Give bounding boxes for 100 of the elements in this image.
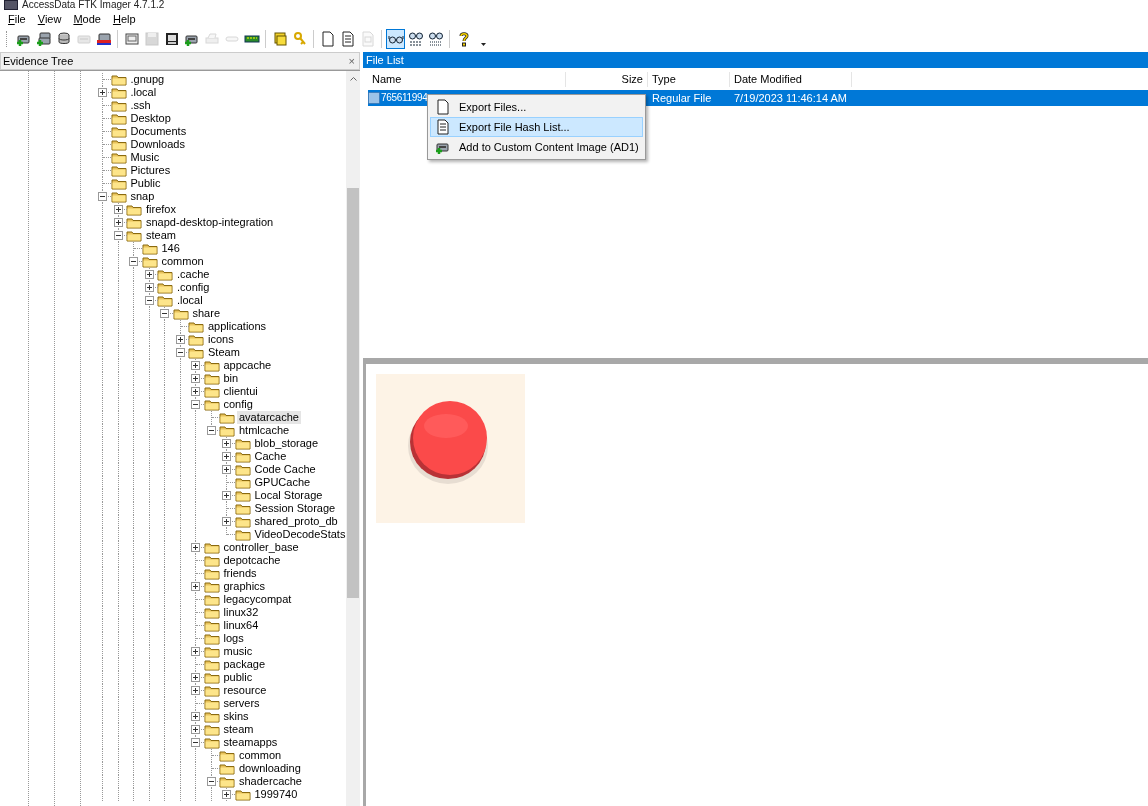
expand-toggle[interactable] — [222, 790, 231, 799]
collapse-toggle[interactable] — [206, 426, 216, 435]
tree-item[interactable]: .gnupg — [128, 73, 167, 86]
tree-item[interactable]: Code Cache — [252, 463, 318, 476]
tree-item[interactable]: clientui — [221, 385, 260, 398]
menu-item[interactable]: Mode — [67, 13, 107, 25]
tree-item[interactable]: public — [221, 671, 255, 684]
tree-item[interactable]: common — [237, 749, 284, 762]
tree-item[interactable]: steamapps — [221, 736, 280, 749]
expand-toggle[interactable] — [191, 725, 200, 734]
tree-item[interactable]: htmlcache — [237, 424, 292, 437]
tree-item[interactable]: Public — [128, 177, 163, 190]
scroll-up-icon[interactable] — [349, 75, 357, 81]
expand-toggle[interactable] — [191, 374, 200, 383]
menu-item[interactable]: Help — [106, 13, 142, 25]
tree-item[interactable]: music — [221, 645, 255, 658]
tree-item[interactable]: 1999740 — [252, 788, 300, 801]
expand-toggle[interactable] — [113, 205, 123, 214]
toolbar-button[interactable] — [426, 29, 445, 49]
tree-item[interactable]: Documents — [128, 125, 189, 138]
tree-item[interactable]: Local Storage — [252, 489, 325, 502]
collapse-toggle[interactable] — [98, 192, 107, 201]
expand-toggle[interactable] — [191, 387, 200, 396]
tree-item[interactable]: Cache — [252, 450, 289, 463]
expand-toggle[interactable] — [222, 439, 231, 448]
tree-item[interactable]: steam — [144, 229, 178, 242]
tree-item[interactable]: logs — [221, 632, 246, 645]
expand-toggle[interactable] — [191, 543, 200, 552]
menu-item[interactable]: Export File Hash List... — [430, 117, 643, 137]
tree-item[interactable]: VideoDecodeStats — [252, 528, 346, 541]
collapse-toggle[interactable] — [206, 777, 216, 786]
expand-toggle[interactable] — [144, 270, 154, 279]
tree-item[interactable]: linux32 — [221, 606, 261, 619]
tree-item[interactable]: 146 — [159, 242, 182, 255]
expand-toggle[interactable] — [191, 712, 200, 721]
tree-item[interactable]: steam — [221, 723, 256, 736]
tree-item[interactable]: snap — [128, 190, 157, 203]
tree-item[interactable]: blob_storage — [252, 437, 321, 450]
tree-item[interactable]: Desktop — [128, 112, 173, 125]
expand-toggle[interactable] — [191, 673, 200, 682]
collapse-toggle[interactable] — [129, 257, 138, 266]
tree-item[interactable]: .ssh — [128, 99, 153, 112]
collapse-toggle[interactable] — [175, 348, 185, 357]
tree-item[interactable]: skins — [221, 710, 251, 723]
tree-item[interactable]: Session Storage — [252, 502, 338, 515]
tree-item[interactable]: legacycompat — [221, 593, 294, 606]
expand-toggle[interactable] — [222, 517, 231, 526]
menu-item[interactable]: View — [31, 13, 68, 25]
toolbar-button[interactable] — [386, 29, 405, 49]
tree-item[interactable]: shared_proto_db — [252, 515, 340, 528]
tree-item[interactable]: avatarcache — [237, 411, 301, 424]
expand-toggle[interactable] — [191, 582, 200, 591]
expand-toggle[interactable] — [113, 218, 123, 227]
tree-item[interactable]: snapd-desktop-integration — [144, 216, 276, 229]
menu-item[interactable]: File — [2, 13, 32, 25]
tree-item[interactable]: applications — [206, 320, 269, 333]
tree-item[interactable]: controller_base — [221, 541, 301, 554]
tree-item[interactable]: .cache — [175, 268, 212, 281]
tree-item[interactable]: Pictures — [128, 164, 173, 177]
scrollbar[interactable] — [346, 71, 360, 806]
close-button[interactable]: × — [348, 55, 355, 67]
expand-toggle[interactable] — [144, 283, 154, 292]
expand-toggle[interactable] — [191, 647, 200, 656]
toolbar-button[interactable] — [406, 29, 425, 49]
scroll-thumb[interactable] — [347, 188, 359, 598]
tree-item[interactable]: firefox — [144, 203, 178, 216]
collapse-toggle[interactable] — [113, 231, 123, 240]
expand-toggle[interactable] — [98, 88, 107, 97]
tree-item[interactable]: .config — [175, 281, 212, 294]
expand-toggle[interactable] — [222, 465, 231, 474]
tree-item[interactable]: .local — [175, 294, 205, 307]
tree-item[interactable]: .local — [128, 86, 159, 99]
expand-toggle[interactable] — [222, 491, 231, 500]
tree-item[interactable]: depotcache — [221, 554, 283, 567]
tree-item[interactable]: package — [221, 658, 268, 671]
tree-item[interactable]: Music — [128, 151, 162, 164]
tree-item[interactable]: share — [190, 307, 223, 320]
tree-item[interactable]: GPUCache — [252, 476, 313, 489]
column-header[interactable]: Name — [368, 72, 566, 87]
tree-item[interactable]: friends — [221, 567, 259, 580]
tree-item[interactable]: linux64 — [221, 619, 261, 632]
tree-item[interactable]: bin — [221, 372, 241, 385]
expand-toggle[interactable] — [222, 452, 231, 461]
expand-toggle[interactable] — [191, 361, 200, 370]
collapse-toggle[interactable] — [191, 738, 200, 747]
collapse-toggle[interactable] — [191, 400, 200, 409]
tree-item[interactable]: graphics — [221, 580, 268, 593]
tree-item[interactable]: config — [221, 398, 255, 411]
tree-item[interactable]: shadercache — [237, 775, 304, 788]
tree-item[interactable]: Downloads — [128, 138, 187, 151]
column-header[interactable]: Type — [648, 72, 730, 87]
menu-item[interactable]: Add to Custom Content Image (AD1) — [430, 137, 643, 157]
tree-item[interactable]: resource — [221, 684, 269, 697]
tree-item[interactable]: icons — [206, 333, 236, 346]
column-header[interactable]: Size — [566, 72, 648, 87]
collapse-toggle[interactable] — [160, 309, 169, 318]
expand-toggle[interactable] — [191, 686, 200, 695]
tree-item[interactable]: downloading — [237, 762, 303, 775]
column-header[interactable]: Date Modified — [730, 72, 852, 87]
tree-item[interactable]: Steam — [206, 346, 242, 359]
